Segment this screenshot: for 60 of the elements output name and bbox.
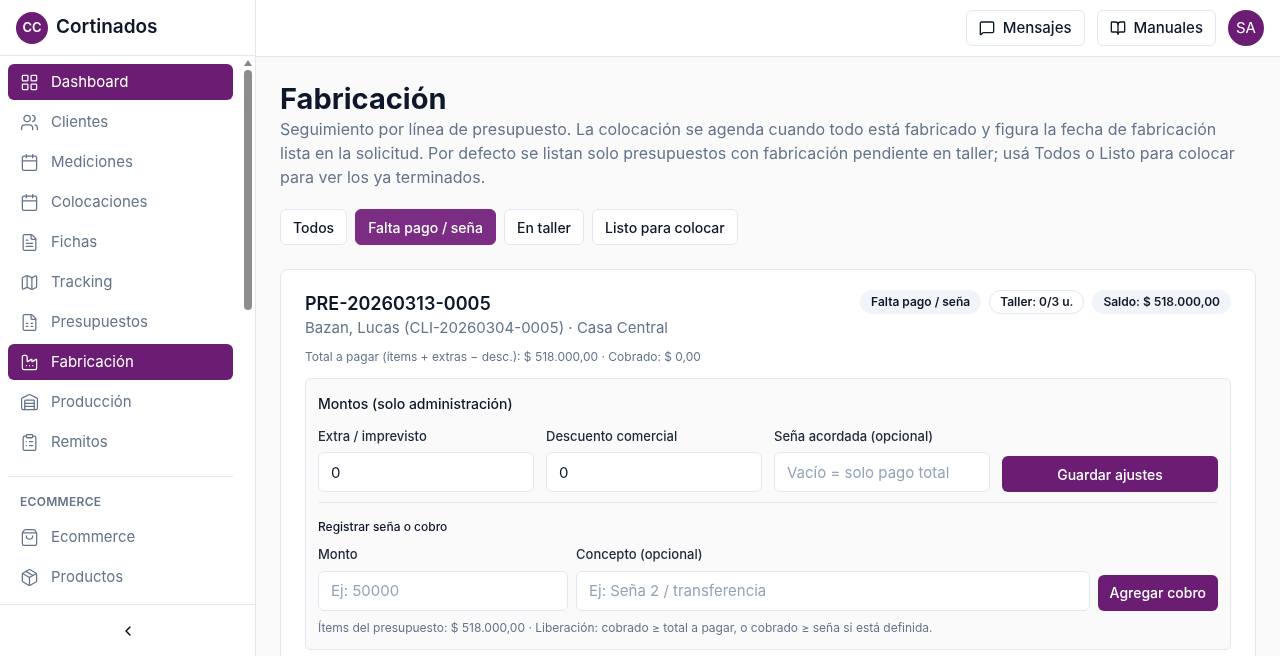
budget-code: PRE-20260313-0005 [305,292,492,317]
sidebar-item[interactable]: Remitos [8,424,233,460]
page-description: Seguimiento por línea de presupuesto. La colocación se agenda cuando todo está fabricado y figura la fecha de fabricación lista en la solicitud. Por defecto se listan solo presupuestos con fabricación pendiente en taller; usá Todos o Listo para colocar para ver los ya terminados. [280,118,1236,190]
sidebar-item[interactable]: Colocaciones [8,184,233,220]
sidebar-item[interactable]: Presupuestos [8,304,233,340]
header-button[interactable]: Manuales [1096,10,1216,46]
clipboard-icon [20,432,39,452]
calendar-icon [20,192,39,212]
totals-text: Total a pagar (ítems + extras − desc.): $ 518.000,00 · Cobrado: $ 0,00 [305,347,701,366]
sidebar-item[interactable]: Producción [8,384,233,420]
users-icon [20,112,39,132]
filter-tab[interactable]: Todos [280,209,348,246]
field-label: Monto [318,545,359,565]
sidebar-item[interactable]: Clientes [8,104,233,140]
sidebar-item[interactable]: Productos [8,559,233,595]
sidebar-item[interactable]: Tracking [8,264,233,300]
sidebar-item[interactable]: Fichas [8,224,233,260]
sidebar-item[interactable]: Mediciones [8,144,233,180]
save-button[interactable]: Guardar ajustes [1002,456,1218,493]
add-payment-button[interactable]: Agregar cobro [1097,574,1218,611]
field-label: Extra / imprevisto [318,426,428,446]
field-label: Concepto (opcional) [576,545,704,565]
sidebar-item[interactable]: Dashboard [8,64,233,100]
warehouse-icon [20,392,39,412]
scroll-up-icon [244,60,252,66]
brand-avatar: CC [16,11,48,44]
sidebar-item[interactable]: Ecommerce [8,519,233,555]
sidebar-item[interactable]: Fabricación [8,344,233,380]
field-label: Seña acordada (opcional) [774,426,935,446]
brand-name: Cortinados [56,14,158,41]
status-badge: Falta pago / seña [860,290,982,315]
message-icon [978,20,995,36]
map-icon [20,272,39,292]
shopping-bag-icon [20,527,39,547]
user-avatar[interactable]: SA [1228,10,1264,46]
factory-icon [20,352,39,372]
page-title: Fabricación [280,81,448,118]
input-field[interactable]: Ej: 50000 [318,570,568,611]
status-badge: Taller: 0/3 u. [989,290,1085,315]
document-icon [20,232,39,252]
book-icon [1109,20,1126,36]
field-label: Descuento comercial [546,426,679,446]
section-subtitle: Registrar seña o cobro [318,519,448,535]
filter-tab[interactable]: Falta pago / seña [355,209,496,246]
note-text: Ítems del presupuesto: $ 518.000,00 · Liberación: cobrado ≥ total a pagar, o cobrado ≥ seña si está definida. [318,618,934,637]
client-info: Bazan, Lucas (CLI-20260304-0005) · Casa Central [305,317,669,340]
input-field[interactable]: 0 [546,452,762,493]
input-field[interactable]: 0 [318,452,534,493]
panel-title: Montos (solo administración) [318,394,513,412]
header-button[interactable]: Mensajes [965,10,1085,46]
package-icon [20,567,39,587]
filter-tab[interactable]: En taller [503,209,585,246]
dashboard-icon [20,72,39,92]
input-field[interactable]: Ej: Seña 2 / transferencia [576,570,1090,611]
input-field[interactable]: Vacío = solo pago total [774,452,990,493]
filter-tab[interactable]: Listo para colocar [592,209,738,246]
spreadsheet-icon [20,312,39,332]
status-badge: Saldo: $ 518.000,00 [1092,290,1231,315]
calendar-icon [20,152,39,172]
section-title: ECOMMERCE [19,493,103,511]
